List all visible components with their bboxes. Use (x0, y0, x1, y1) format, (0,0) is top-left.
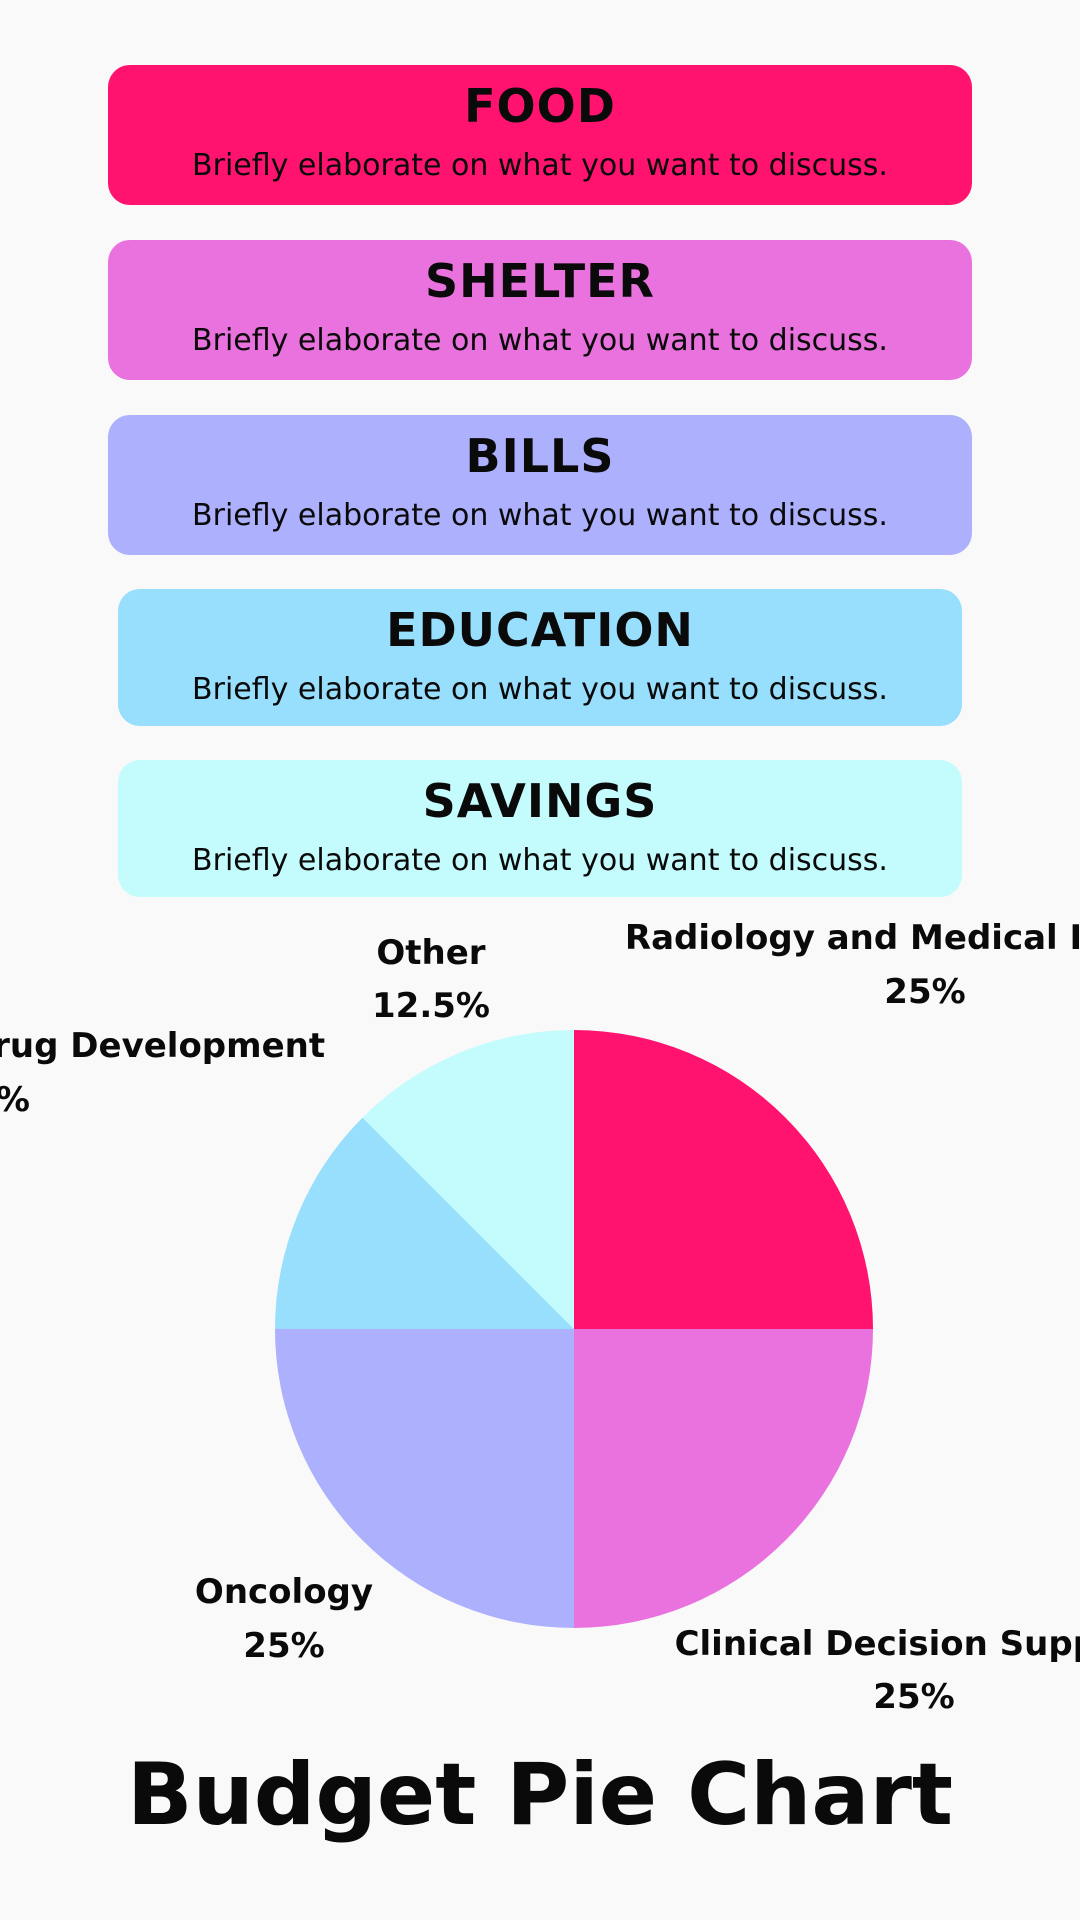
shelter-card: SHELTER Briefly elaborate on what you wa… (108, 240, 972, 380)
pie-label-drug-development: Drug Development (0, 1026, 325, 1066)
shelter-card-title: SHELTER (425, 254, 655, 308)
pie-label-oncology: Oncology (195, 1572, 373, 1612)
infographic-page: FOOD Briefly elaborate on what you want … (0, 0, 1080, 1920)
savings-card-title: SAVINGS (422, 774, 658, 828)
pie-value-other: 12.5% (372, 986, 490, 1026)
shelter-card-description: Briefly elaborate on what you want to di… (192, 323, 888, 358)
pie-value-drug-development: 12.5% (0, 1080, 30, 1120)
pie-value-oncology: 25% (243, 1626, 324, 1666)
education-card-title: EDUCATION (386, 603, 694, 657)
budget-pie-chart: Radiology and Medical Imaging 25% Clinical… (0, 918, 1080, 1717)
bills-card-title: BILLS (465, 429, 615, 483)
food-card-description: Briefly elaborate on what you want to di… (192, 148, 888, 183)
pie-label-clinical-decision-support: Clinical Decision Support (675, 1624, 1080, 1664)
pie-value-radiology-and-medical-imaging: 25% (884, 972, 965, 1012)
education-card: EDUCATION Briefly elaborate on what you … (118, 589, 962, 726)
pie-label-other: Other (376, 933, 485, 973)
bills-card: BILLS Briefly elaborate on what you want… (108, 415, 972, 555)
pie-value-clinical-decision-support: 25% (873, 1677, 954, 1717)
pie-label-radiology-and-medical-imaging: Radiology and Medical Imaging (625, 918, 1080, 958)
chart-title: Budget Pie Chart (127, 1745, 953, 1845)
pie-slice-clinical-decision-support (574, 1329, 873, 1628)
education-card-description: Briefly elaborate on what you want to di… (192, 672, 888, 707)
savings-card: SAVINGS Briefly elaborate on what you wa… (118, 760, 962, 897)
pie-slice-radiology-and-medical-imaging (574, 1030, 873, 1329)
savings-card-description: Briefly elaborate on what you want to di… (192, 843, 888, 878)
food-card: FOOD Briefly elaborate on what you want … (108, 65, 972, 205)
food-card-title: FOOD (464, 79, 616, 133)
bills-card-description: Briefly elaborate on what you want to di… (192, 498, 888, 533)
